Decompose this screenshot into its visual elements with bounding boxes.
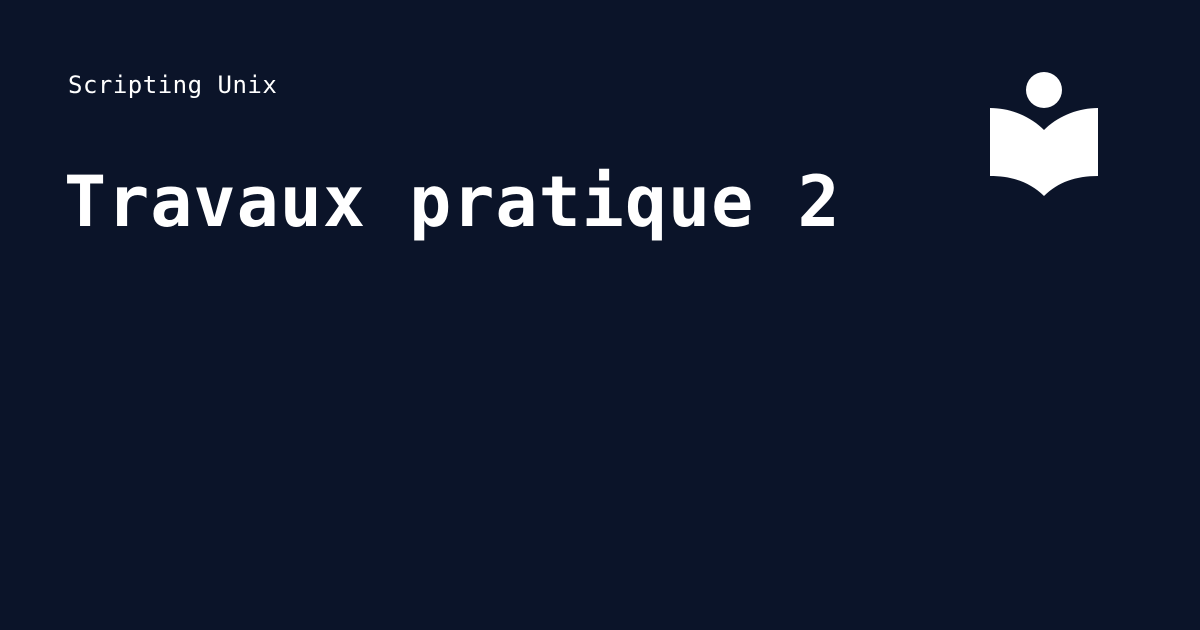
page-title: Travaux pratique 2 <box>64 161 841 243</box>
social-card: Scripting Unix Travaux pratique 2 <box>0 0 1200 630</box>
reader-book-icon <box>988 70 1100 198</box>
course-subtitle: Scripting Unix <box>68 71 278 99</box>
